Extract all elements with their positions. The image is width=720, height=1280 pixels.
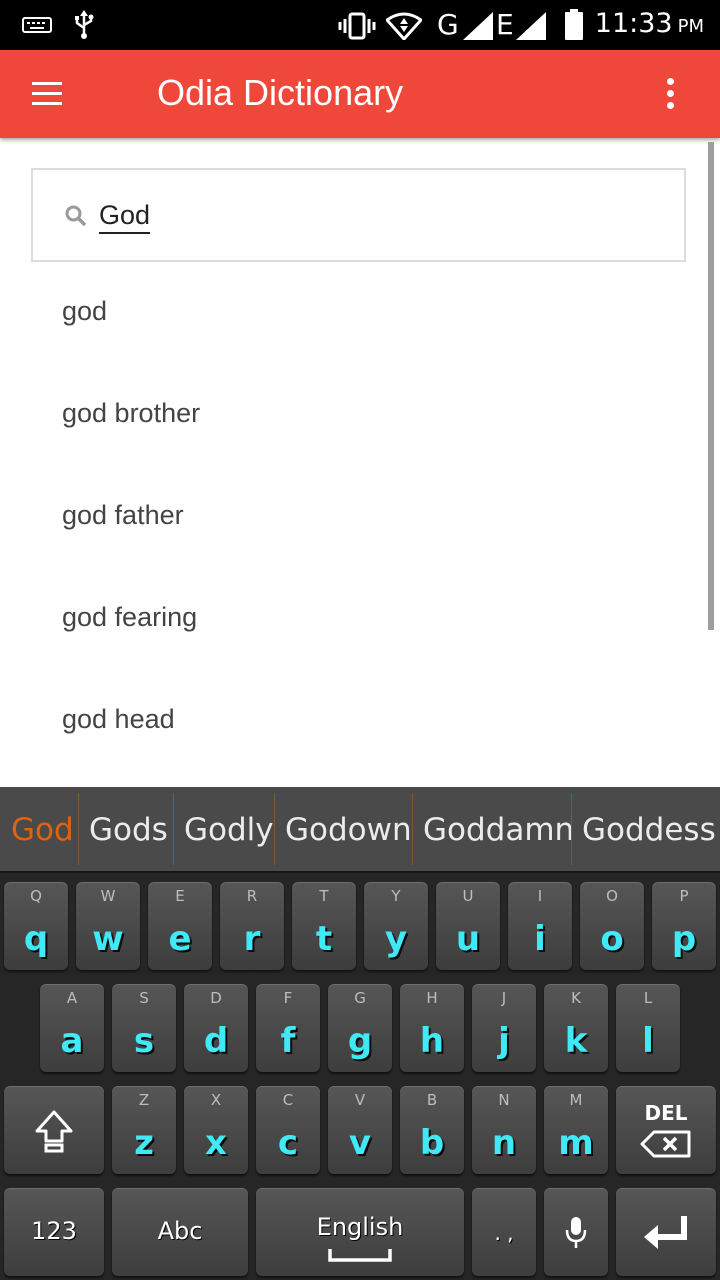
suggestion-item[interactable]: Goddamn <box>423 787 574 871</box>
divider <box>571 793 572 865</box>
signal-icon <box>463 12 493 40</box>
key-p[interactable]: Pp <box>652 882 716 970</box>
vibrate-icon <box>338 12 376 40</box>
suggestion-bar: God Gods Godly Godown Goddamn Goddess <box>0 787 720 871</box>
more-vert-icon[interactable] <box>650 72 690 116</box>
key-v[interactable]: Vv <box>328 1086 392 1174</box>
delete-label: DEL <box>644 1101 688 1125</box>
suggestion-item[interactable]: Godown <box>285 787 412 871</box>
mic-key[interactable] <box>544 1188 608 1276</box>
key-x[interactable]: Xx <box>184 1086 248 1174</box>
list-item-label: god head <box>62 704 175 734</box>
divider <box>412 793 413 865</box>
signal-icon-2 <box>516 12 546 40</box>
key-o[interactable]: Oo <box>580 882 644 970</box>
key-w[interactable]: Ww <box>76 882 140 970</box>
suggestion-item[interactable]: Gods <box>89 787 168 871</box>
backspace-icon <box>640 1130 691 1158</box>
key-c[interactable]: Cc <box>256 1086 320 1174</box>
suggestion-item[interactable]: Goddess <box>582 787 716 871</box>
shift-icon <box>35 1110 73 1153</box>
suggestion-item[interactable]: Godly <box>184 787 274 871</box>
key-s[interactable]: Ss <box>112 984 176 1072</box>
usb-icon <box>75 10 94 39</box>
search-box[interactable]: God <box>31 168 686 262</box>
key-z[interactable]: Zz <box>112 1086 176 1174</box>
key-b[interactable]: Bb <box>400 1086 464 1174</box>
key-y[interactable]: Yy <box>364 882 428 970</box>
punctuation-key[interactable]: . , <box>472 1188 536 1276</box>
key-g[interactable]: Gg <box>328 984 392 1072</box>
hamburger-menu-icon[interactable] <box>18 70 78 118</box>
numbers-key[interactable]: 123 <box>4 1188 104 1276</box>
divider <box>173 793 174 865</box>
enter-key[interactable] <box>616 1188 716 1276</box>
scrollbar[interactable] <box>708 142 714 630</box>
key-d[interactable]: Dd <box>184 984 248 1072</box>
key-l[interactable]: Ll <box>616 984 680 1072</box>
key-i[interactable]: Ii <box>508 882 572 970</box>
key-a[interactable]: Aa <box>40 984 104 1072</box>
key-q[interactable]: Qq <box>4 882 68 970</box>
key-h[interactable]: Hh <box>400 984 464 1072</box>
list-item[interactable]: god father <box>0 486 700 588</box>
list-item[interactable]: god fearing <box>0 588 700 690</box>
app-title: Odia Dictionary <box>157 72 404 113</box>
status-bar: G E 11:33 PM <box>0 0 720 50</box>
search-input[interactable]: God <box>99 200 151 234</box>
list-item-label: god fearing <box>62 602 198 632</box>
keyboard-icon <box>22 17 52 33</box>
key-n[interactable]: Nn <box>472 1086 536 1174</box>
wifi-data-icon <box>386 12 422 40</box>
clock: 11:33 PM <box>594 8 704 39</box>
key-u[interactable]: Uu <box>436 882 500 970</box>
space-icon <box>328 1249 392 1262</box>
microphone-icon <box>565 1217 587 1248</box>
space-key[interactable]: English <box>256 1188 464 1276</box>
delete-key[interactable]: DEL <box>616 1086 716 1174</box>
list-item-label: god father <box>62 500 184 530</box>
search-icon <box>65 205 87 227</box>
key-j[interactable]: Jj <box>472 984 536 1072</box>
list-item[interactable]: god head <box>0 690 700 792</box>
key-t[interactable]: Tt <box>292 882 356 970</box>
list-item-label: god <box>62 296 108 326</box>
keyboard: God Gods Godly Godown Goddamn Goddess Qq… <box>0 787 720 1280</box>
key-f[interactable]: Ff <box>256 984 320 1072</box>
key-m[interactable]: Mm <box>544 1086 608 1174</box>
divider <box>274 793 275 865</box>
key-k[interactable]: Kk <box>544 984 608 1072</box>
network-type-g: G <box>437 8 459 41</box>
divider <box>0 871 720 873</box>
suggestion-item[interactable]: God <box>11 787 74 871</box>
abc-key[interactable]: Abc <box>112 1188 248 1276</box>
list-item-label: god brother <box>62 398 201 428</box>
list-item[interactable]: god <box>0 282 700 384</box>
app-bar: Odia Dictionary <box>0 50 720 138</box>
network-type-e: E <box>496 8 514 41</box>
battery-icon <box>565 9 583 40</box>
enter-icon <box>644 1216 687 1249</box>
list-item[interactable]: god brother <box>0 384 700 486</box>
key-r[interactable]: Rr <box>220 882 284 970</box>
divider <box>78 793 79 865</box>
shift-key[interactable] <box>4 1086 104 1174</box>
key-e[interactable]: Ee <box>148 882 212 970</box>
